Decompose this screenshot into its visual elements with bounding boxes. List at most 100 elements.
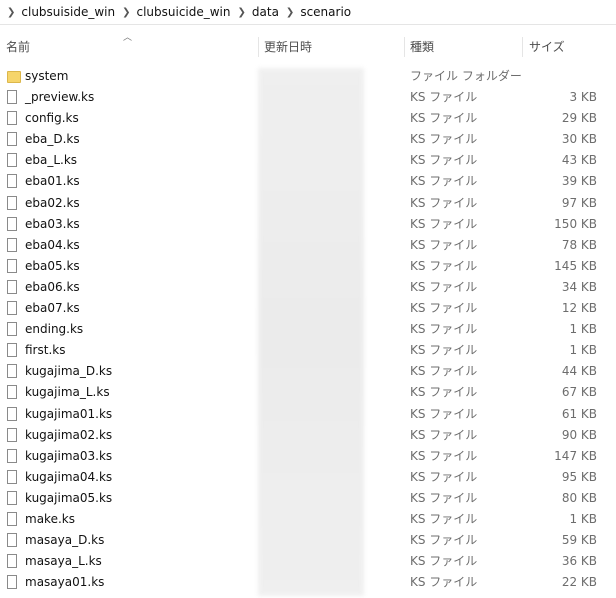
column-header-name[interactable]: 名前 (6, 34, 30, 60)
file-row[interactable]: eba_D.ks KS ファイル 30 KB (0, 129, 616, 150)
file-type: KS ファイル (410, 364, 478, 379)
file-name: kugajima05.ks (25, 490, 113, 505)
file-row[interactable]: masaya_D.ks KS ファイル 59 KB (0, 530, 616, 551)
file-size: 1 KB (569, 322, 597, 337)
file-size: 78 KB (561, 237, 597, 252)
chevron-right-icon[interactable]: ❯ (231, 7, 252, 18)
file-name: kugajima02.ks (25, 427, 113, 442)
file-size: 97 KB (561, 195, 597, 210)
file-type: KS ファイル (410, 237, 478, 252)
file-icon (7, 448, 17, 463)
file-name: eba02.ks (25, 195, 80, 210)
column-resize-handle[interactable] (258, 37, 259, 57)
file-size: 1 KB (569, 343, 597, 358)
file-icon (7, 343, 17, 358)
file-type: KS ファイル (410, 469, 478, 484)
breadcrumb-item[interactable]: clubsuiside_win (21, 5, 115, 19)
file-row[interactable]: kugajima04.ks KS ファイル 95 KB (0, 467, 616, 488)
column-resize-handle[interactable] (522, 37, 523, 57)
file-icon (7, 132, 17, 147)
file-size: 67 KB (561, 385, 597, 400)
file-type: KS ファイル (410, 385, 478, 400)
file-size: 29 KB (561, 111, 597, 126)
file-name: eba01.ks (25, 174, 80, 189)
breadcrumb-item[interactable]: scenario (300, 5, 351, 19)
file-type: KS ファイル (410, 195, 478, 210)
file-row[interactable]: kugajima_D.ks KS ファイル 44 KB (0, 361, 616, 382)
file-size: 147 KB (554, 448, 597, 463)
chevron-right-icon[interactable]: ❯ (279, 7, 300, 18)
file-list: system ファイル フォルダー _preview.ks KS ファイル 3 KB co… (0, 66, 616, 593)
file-type: KS ファイル (410, 301, 478, 316)
column-header-row: 名前 更新日時 種類 サイズ (0, 34, 616, 60)
file-row[interactable]: eba_L.ks KS ファイル 43 KB (0, 150, 616, 171)
file-icon (7, 216, 17, 231)
file-row[interactable]: make.ks KS ファイル 1 KB (0, 509, 616, 530)
file-icon (7, 406, 17, 421)
column-header-size[interactable]: サイズ (529, 34, 565, 60)
file-row[interactable]: eba03.ks KS ファイル 150 KB (0, 214, 616, 235)
file-name: first.ks (25, 343, 66, 358)
file-icon (7, 511, 17, 526)
file-name: eba06.ks (25, 279, 80, 294)
file-type: KS ファイル (410, 533, 478, 548)
file-type: KS ファイル (410, 575, 478, 590)
file-row[interactable]: eba07.ks KS ファイル 12 KB (0, 298, 616, 319)
file-row[interactable]: eba06.ks KS ファイル 34 KB (0, 277, 616, 298)
breadcrumb-item[interactable]: data (252, 5, 279, 19)
file-icon (7, 301, 17, 316)
file-type: KS ファイル (410, 216, 478, 231)
file-row[interactable]: ending.ks KS ファイル 1 KB (0, 319, 616, 340)
column-resize-handle[interactable] (404, 37, 405, 57)
file-name: kugajima01.ks (25, 406, 113, 421)
file-name: eba07.ks (25, 301, 80, 316)
chevron-right-icon[interactable]: ❯ (0, 7, 21, 18)
file-type: KS ファイル (410, 111, 478, 126)
file-row[interactable]: masaya_L.ks KS ファイル 36 KB (0, 551, 616, 572)
file-size: 12 KB (561, 301, 597, 316)
column-header-date[interactable]: 更新日時 (264, 34, 312, 60)
file-size: 39 KB (561, 174, 597, 189)
file-row[interactable]: eba04.ks KS ファイル 78 KB (0, 235, 616, 256)
file-row[interactable]: _preview.ks KS ファイル 3 KB (0, 87, 616, 108)
file-row[interactable]: kugajima_L.ks KS ファイル 67 KB (0, 382, 616, 403)
file-row[interactable]: eba01.ks KS ファイル 39 KB (0, 171, 616, 192)
file-row[interactable]: eba02.ks KS ファイル 97 KB (0, 193, 616, 214)
file-row[interactable]: kugajima02.ks KS ファイル 90 KB (0, 425, 616, 446)
file-row[interactable]: masaya01.ks KS ファイル 22 KB (0, 572, 616, 593)
file-name: masaya_D.ks (25, 533, 105, 548)
file-row[interactable]: eba05.ks KS ファイル 145 KB (0, 256, 616, 277)
file-icon (7, 237, 17, 252)
file-row[interactable]: kugajima01.ks KS ファイル 61 KB (0, 404, 616, 425)
file-type: KS ファイル (410, 490, 478, 505)
file-icon (7, 174, 17, 189)
file-size: 22 KB (561, 575, 597, 590)
breadcrumb-item[interactable]: clubsuicide_win (136, 5, 230, 19)
file-name: masaya_L.ks (25, 554, 102, 569)
file-type: KS ファイル (410, 406, 478, 421)
file-name: ending.ks (25, 322, 84, 337)
file-row[interactable]: kugajima05.ks KS ファイル 80 KB (0, 488, 616, 509)
file-size: 80 KB (561, 490, 597, 505)
file-name: _preview.ks (25, 90, 95, 105)
file-size: 61 KB (561, 406, 597, 421)
column-header-type[interactable]: 種類 (410, 34, 434, 60)
file-icon (7, 279, 17, 294)
file-size: 1 KB (569, 511, 597, 526)
breadcrumb: ❯ clubsuiside_win ❯ clubsuicide_win ❯ da… (0, 0, 616, 24)
file-row[interactable]: system ファイル フォルダー (0, 66, 616, 87)
file-row[interactable]: first.ks KS ファイル 1 KB (0, 340, 616, 361)
file-name: kugajima04.ks (25, 469, 113, 484)
file-name: masaya01.ks (25, 575, 105, 590)
file-row[interactable]: config.ks KS ファイル 29 KB (0, 108, 616, 129)
file-type: KS ファイル (410, 279, 478, 294)
divider (0, 24, 616, 25)
file-size: 90 KB (561, 427, 597, 442)
file-type: KS ファイル (410, 153, 478, 168)
file-name: system (25, 69, 69, 83)
file-row[interactable]: kugajima03.ks KS ファイル 147 KB (0, 446, 616, 467)
file-size: 30 KB (561, 132, 597, 147)
file-type: ファイル フォルダー (410, 69, 522, 83)
file-icon (7, 469, 17, 484)
chevron-right-icon[interactable]: ❯ (115, 7, 136, 18)
